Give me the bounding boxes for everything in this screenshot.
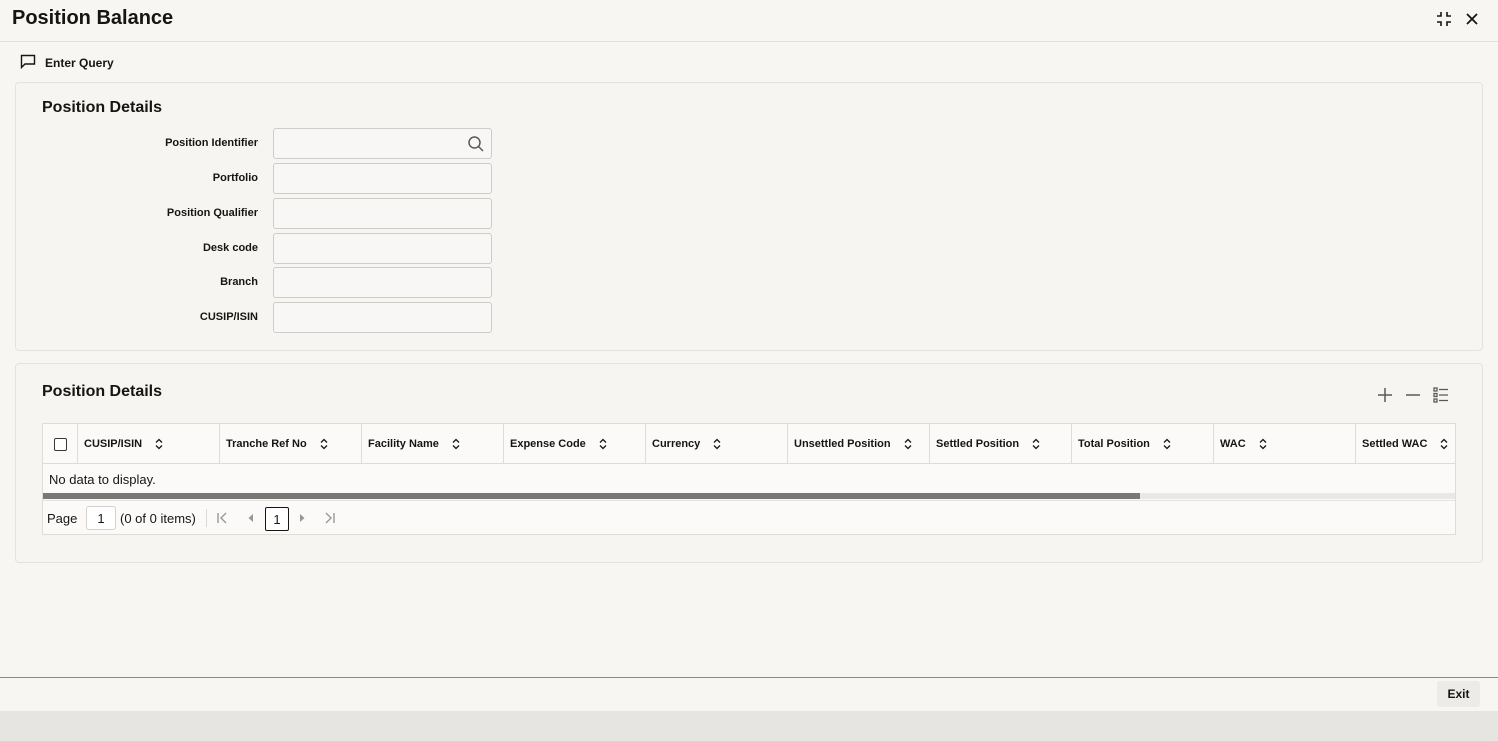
desk-code-row: Desk code <box>16 233 516 264</box>
scrollbar-thumb[interactable] <box>43 493 1140 499</box>
column-label: Facility Name <box>368 438 439 450</box>
desk-code-field[interactable] <box>273 233 492 264</box>
portfolio-input[interactable] <box>274 164 491 193</box>
first-page-icon[interactable] <box>215 510 231 526</box>
last-page-icon[interactable] <box>321 510 337 526</box>
position-identifier-input[interactable] <box>274 129 491 158</box>
desk-code-input[interactable] <box>274 234 491 263</box>
sort-icon[interactable] <box>598 438 608 450</box>
page-number-input[interactable]: 1 <box>86 506 116 530</box>
branch-label: Branch <box>220 276 258 288</box>
list-view-icon[interactable] <box>1430 384 1452 406</box>
portfolio-label: Portfolio <box>212 172 258 184</box>
branch-input[interactable] <box>274 268 491 297</box>
select-all-cell <box>43 424 78 464</box>
column-label: Currency <box>652 438 701 450</box>
desk-code-label: Desk code <box>202 242 258 254</box>
sort-icon[interactable] <box>1439 438 1449 450</box>
footer-divider <box>0 677 1498 678</box>
column-header-total-position[interactable]: Total Position <box>1072 424 1214 464</box>
query-panel: Position Details Position Identifier Por… <box>15 82 1483 351</box>
column-header-currency[interactable]: Currency <box>646 424 788 464</box>
query-panel-title: Position Details <box>42 99 163 116</box>
enter-query-button[interactable]: Enter Query <box>20 53 114 73</box>
branch-row: Branch <box>16 267 516 298</box>
page-title: Position Balance <box>12 7 174 29</box>
grid-panel-title: Position Details <box>42 383 163 400</box>
previous-page-icon[interactable] <box>243 510 259 526</box>
sort-icon[interactable] <box>1162 438 1172 450</box>
pager-divider <box>206 509 207 527</box>
current-page-button[interactable]: 1 <box>265 507 289 531</box>
sort-icon[interactable] <box>154 438 164 450</box>
position-qualifier-field[interactable] <box>273 198 492 229</box>
column-header-unsettled-position[interactable]: Unsettled Position <box>788 424 930 464</box>
status-bar <box>0 711 1498 741</box>
portfolio-field[interactable] <box>273 163 492 194</box>
cusip-isin-input[interactable] <box>274 303 491 332</box>
item-count: (0 of 0 items) <box>120 511 196 526</box>
column-label: Expense Code <box>510 438 586 450</box>
column-label: CUSIP/ISIN <box>84 438 143 450</box>
empty-message: No data to display. <box>49 472 156 487</box>
toolbar: Enter Query <box>0 42 1498 82</box>
position-qualifier-label: Position Qualifier <box>166 207 258 219</box>
grid-actions <box>1374 384 1452 406</box>
sort-icon[interactable] <box>1031 438 1041 450</box>
column-label: Settled Position <box>936 438 1020 450</box>
column-label: Unsettled Position <box>794 438 891 450</box>
remove-icon[interactable] <box>1402 384 1424 406</box>
sort-icon[interactable] <box>712 438 722 450</box>
position-identifier-label: Position Identifier <box>165 137 258 149</box>
cusip-isin-field[interactable] <box>273 302 492 333</box>
exit-button[interactable]: Exit <box>1437 681 1480 707</box>
column-header-tranche-ref-no[interactable]: Tranche Ref No <box>220 424 362 464</box>
sort-icon[interactable] <box>1258 438 1268 450</box>
close-icon[interactable] <box>1461 8 1483 30</box>
horizontal-scrollbar[interactable] <box>43 493 1455 499</box>
select-all-checkbox[interactable] <box>53 437 67 451</box>
enter-query-label: Enter Query <box>45 56 114 70</box>
column-label: Total Position <box>1078 438 1150 450</box>
position-identifier-field[interactable] <box>273 128 492 159</box>
sort-icon[interactable] <box>451 438 461 450</box>
column-label: WAC <box>1220 438 1246 450</box>
title-bar: Position Balance <box>0 0 1498 42</box>
page-label: Page <box>47 511 78 526</box>
grid-header: CUSIP/ISIN Tranche Ref No Facility Name … <box>43 424 1455 464</box>
collapse-arrows-icon[interactable] <box>1433 8 1455 30</box>
cusip-isin-row: CUSIP/ISIN <box>16 302 516 333</box>
position-identifier-row: Position Identifier <box>16 128 516 159</box>
cusip-isin-label: CUSIP/ISIN <box>199 311 258 323</box>
portfolio-row: Portfolio <box>16 163 516 194</box>
next-page-icon[interactable] <box>294 510 310 526</box>
search-icon[interactable] <box>467 135 485 153</box>
column-label: Settled WAC <box>1362 438 1428 450</box>
position-grid: CUSIP/ISIN Tranche Ref No Facility Name … <box>42 423 1456 535</box>
column-header-cusip-isin[interactable]: CUSIP/ISIN <box>78 424 220 464</box>
pagination: Page 1 (0 of 0 items) 1 <box>43 500 1455 534</box>
add-icon[interactable] <box>1374 384 1396 406</box>
branch-field[interactable] <box>273 267 492 298</box>
column-header-settled-position[interactable]: Settled Position <box>930 424 1072 464</box>
column-header-facility-name[interactable]: Facility Name <box>362 424 504 464</box>
chat-bubble-icon <box>20 54 36 72</box>
position-qualifier-row: Position Qualifier <box>16 198 516 229</box>
sort-icon[interactable] <box>903 438 913 450</box>
column-header-wac[interactable]: WAC <box>1214 424 1356 464</box>
column-header-expense-code[interactable]: Expense Code <box>504 424 646 464</box>
position-qualifier-input[interactable] <box>274 199 491 228</box>
sort-icon[interactable] <box>319 438 329 450</box>
column-label: Tranche Ref No <box>226 438 307 450</box>
column-header-settled-wac[interactable]: Settled WAC <box>1356 424 1455 464</box>
